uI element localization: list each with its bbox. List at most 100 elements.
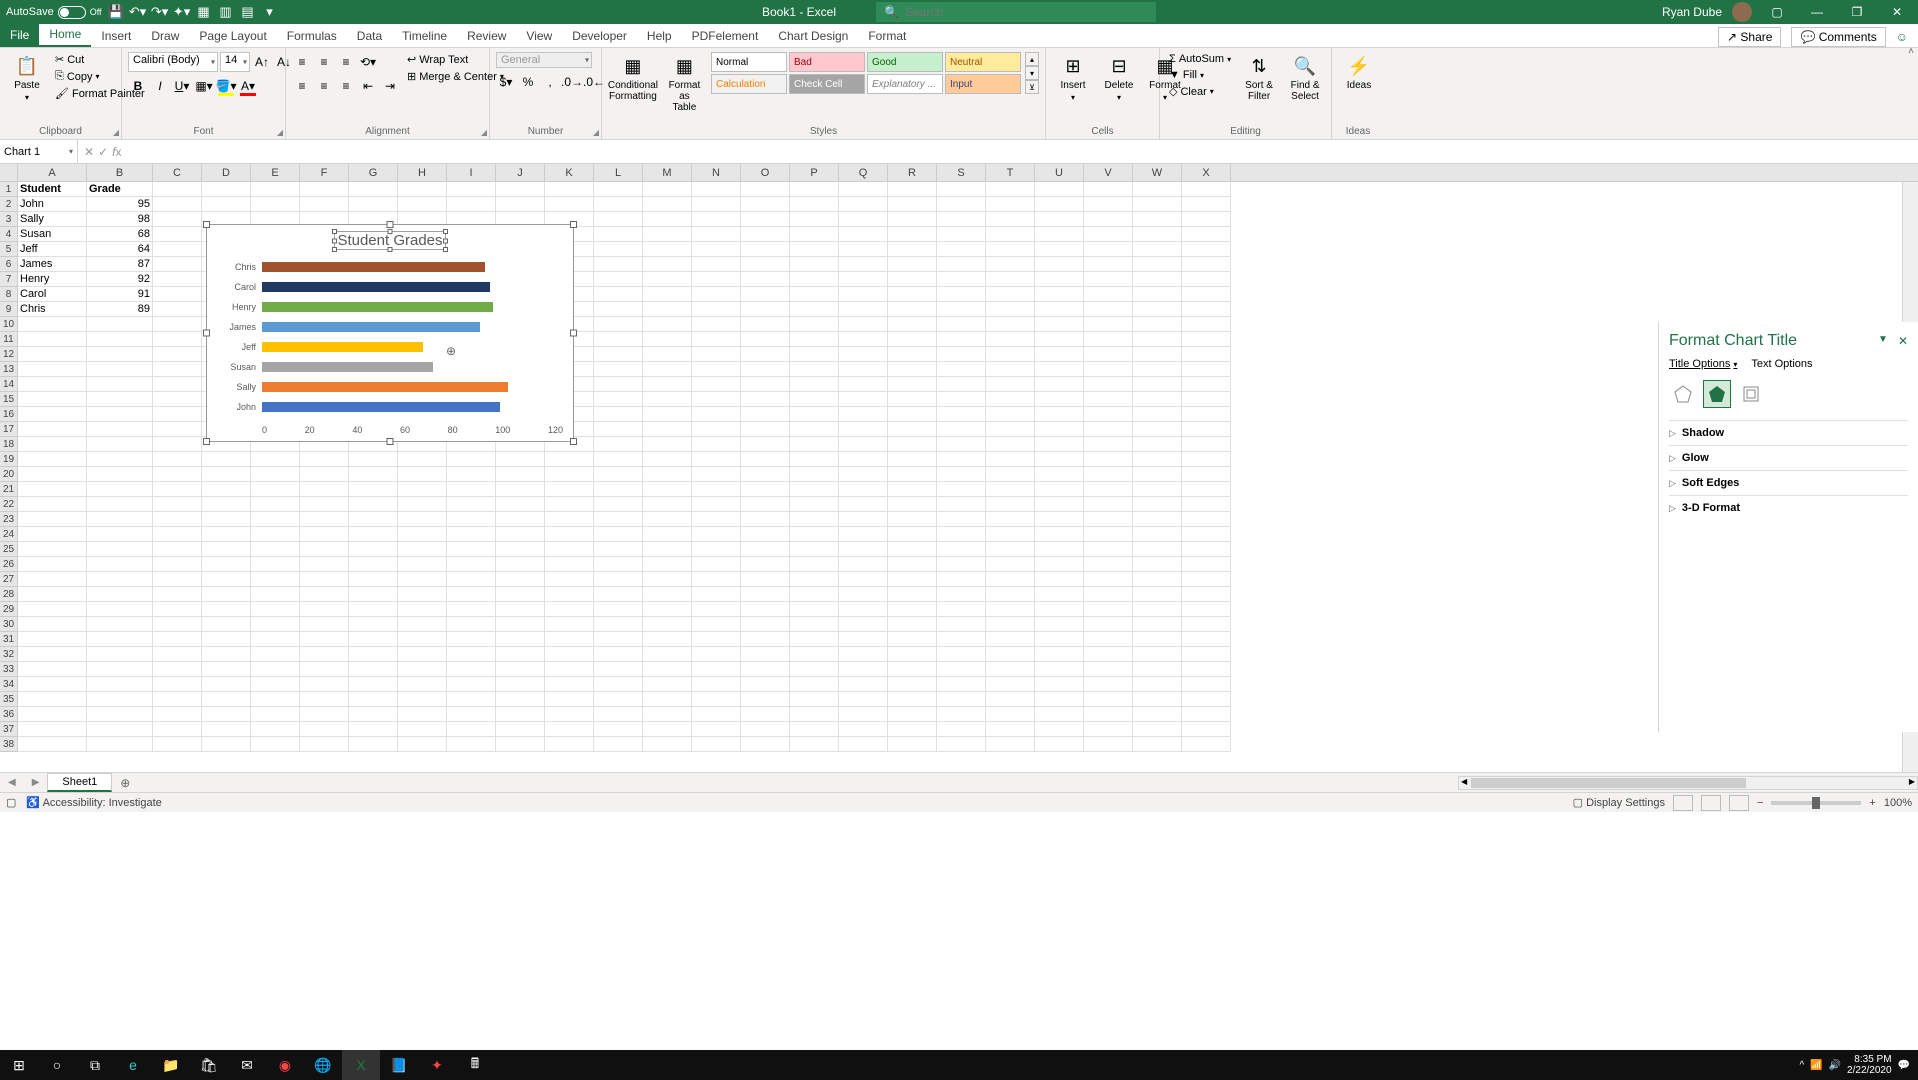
cell[interactable] <box>545 602 594 617</box>
cell[interactable] <box>496 692 545 707</box>
cell[interactable] <box>496 527 545 542</box>
pane-dropdown-icon[interactable]: ▼ <box>1878 334 1888 348</box>
cell-style-input[interactable]: Input <box>945 74 1021 94</box>
cell[interactable] <box>643 617 692 632</box>
align-bottom-icon[interactable]: ≡ <box>336 52 356 72</box>
cell[interactable] <box>643 482 692 497</box>
cell[interactable] <box>1182 197 1231 212</box>
cell[interactable] <box>741 467 790 482</box>
cell[interactable] <box>1084 392 1133 407</box>
cell[interactable] <box>1182 362 1231 377</box>
cell[interactable] <box>447 587 496 602</box>
column-header[interactable]: N <box>692 164 741 181</box>
delete-cells-button[interactable]: ⊟Delete▾ <box>1098 52 1140 104</box>
cell[interactable] <box>1035 482 1084 497</box>
normal-view-button[interactable] <box>1673 795 1693 811</box>
cell[interactable] <box>937 587 986 602</box>
cell[interactable] <box>153 287 202 302</box>
cell[interactable] <box>594 182 643 197</box>
pane-close-icon[interactable]: ✕ <box>1898 334 1908 348</box>
cell[interactable] <box>18 422 87 437</box>
row-header[interactable]: 27 <box>0 572 18 587</box>
cell[interactable] <box>545 692 594 707</box>
cell[interactable] <box>888 497 937 512</box>
cell[interactable] <box>1084 257 1133 272</box>
cell[interactable] <box>594 512 643 527</box>
cell[interactable] <box>986 587 1035 602</box>
search-input[interactable] <box>905 5 1148 19</box>
cell[interactable] <box>937 647 986 662</box>
cell[interactable] <box>1035 242 1084 257</box>
cell[interactable] <box>1084 677 1133 692</box>
cell[interactable] <box>87 737 153 752</box>
cell[interactable] <box>888 557 937 572</box>
cell[interactable] <box>790 392 839 407</box>
cell[interactable] <box>202 497 251 512</box>
cell[interactable] <box>839 422 888 437</box>
cell[interactable] <box>202 482 251 497</box>
cell[interactable] <box>839 737 888 752</box>
cell[interactable] <box>692 332 741 347</box>
cell[interactable] <box>986 452 1035 467</box>
cell[interactable] <box>1133 722 1182 737</box>
cell[interactable] <box>1035 512 1084 527</box>
cell[interactable] <box>1133 422 1182 437</box>
cell[interactable] <box>1182 482 1231 497</box>
cell[interactable] <box>1133 272 1182 287</box>
cell[interactable] <box>153 182 202 197</box>
cell[interactable] <box>398 677 447 692</box>
cell[interactable] <box>153 212 202 227</box>
cell[interactable] <box>1035 302 1084 317</box>
cell[interactable] <box>937 557 986 572</box>
cell[interactable] <box>937 677 986 692</box>
cell[interactable] <box>839 632 888 647</box>
cell[interactable] <box>1035 647 1084 662</box>
zoom-slider[interactable] <box>1771 801 1861 805</box>
cell[interactable] <box>643 272 692 287</box>
cell[interactable] <box>1035 437 1084 452</box>
cell[interactable] <box>545 542 594 557</box>
app-icon-3[interactable]: ✦ <box>418 1050 456 1080</box>
cell[interactable] <box>87 707 153 722</box>
row-header[interactable]: 33 <box>0 662 18 677</box>
cell[interactable] <box>1182 377 1231 392</box>
cell[interactable] <box>251 197 300 212</box>
column-header[interactable]: J <box>496 164 545 181</box>
cell[interactable] <box>692 572 741 587</box>
cell[interactable] <box>202 617 251 632</box>
cell[interactable] <box>594 557 643 572</box>
cell[interactable] <box>986 482 1035 497</box>
cell[interactable] <box>594 437 643 452</box>
cell[interactable] <box>839 407 888 422</box>
cell-style-good[interactable]: Good <box>867 52 943 72</box>
cell[interactable] <box>447 707 496 722</box>
enter-formula-icon[interactable]: ✓ <box>98 145 108 159</box>
cell[interactable] <box>643 722 692 737</box>
cell[interactable] <box>888 272 937 287</box>
cell[interactable] <box>741 587 790 602</box>
cell[interactable] <box>1133 572 1182 587</box>
calculator-icon[interactable]: 🖩 <box>456 1050 494 1080</box>
cell[interactable] <box>741 362 790 377</box>
cell[interactable] <box>545 482 594 497</box>
cell[interactable] <box>937 617 986 632</box>
cell[interactable] <box>1084 602 1133 617</box>
cell[interactable] <box>643 512 692 527</box>
cell[interactable] <box>349 512 398 527</box>
cell[interactable] <box>1084 317 1133 332</box>
cell[interactable] <box>398 662 447 677</box>
cell[interactable] <box>87 452 153 467</box>
cell[interactable] <box>300 647 349 662</box>
record-macro-icon[interactable]: ▢ <box>6 796 16 809</box>
cell[interactable] <box>496 722 545 737</box>
cell[interactable] <box>839 647 888 662</box>
cell[interactable] <box>790 452 839 467</box>
cell[interactable] <box>496 452 545 467</box>
cell[interactable] <box>692 242 741 257</box>
collapse-ribbon-icon[interactable]: ˄ <box>1908 46 1914 57</box>
cell[interactable] <box>202 647 251 662</box>
cell[interactable]: John <box>18 197 87 212</box>
chart-bar[interactable] <box>262 342 423 352</box>
cell[interactable] <box>349 602 398 617</box>
cell[interactable] <box>790 527 839 542</box>
